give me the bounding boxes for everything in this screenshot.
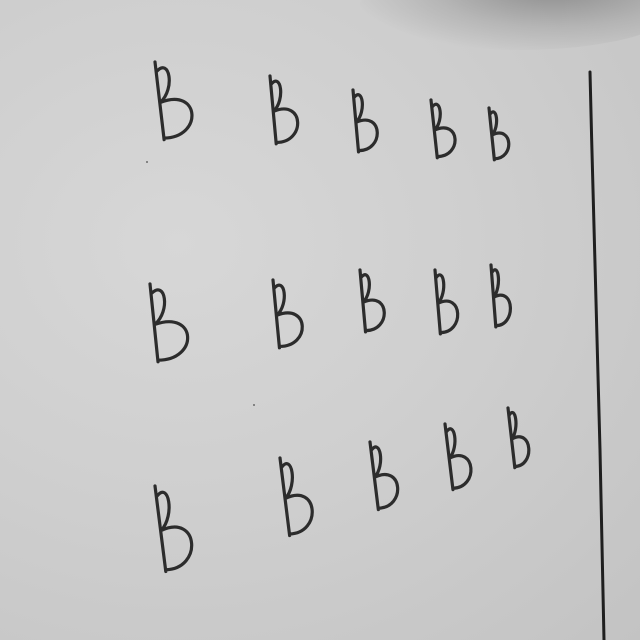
letter-b-2: [268, 74, 300, 146]
letter-b-stroke: [351, 88, 379, 154]
board-speck: [253, 404, 255, 406]
letter-b-7: [271, 278, 304, 350]
letter-b-6: [148, 282, 190, 364]
letter-b-stroke: [153, 60, 194, 142]
letter-b-stroke: [429, 98, 457, 160]
letter-b-stroke: [268, 74, 300, 146]
letter-b-15: [506, 406, 531, 470]
letter-b-stroke: [368, 440, 400, 512]
letter-b-8: [358, 268, 386, 334]
letter-b-stroke: [271, 278, 304, 350]
board-speck: [146, 161, 148, 163]
whiteboard: [0, 0, 640, 640]
letter-b-stroke: [487, 106, 511, 162]
letter-b-stroke: [358, 268, 386, 334]
letter-b-1: [153, 60, 194, 142]
letter-b-stroke: [506, 406, 531, 470]
letter-b-3: [351, 88, 379, 154]
letter-b-stroke: [278, 456, 314, 538]
letter-b-stroke: [153, 484, 194, 574]
handwritten-letters: [148, 60, 531, 574]
letter-b-stroke: [489, 263, 512, 329]
letter-b-9: [433, 268, 460, 336]
letter-b-4: [429, 98, 457, 160]
letter-b-stroke: [148, 282, 190, 364]
letter-b-12: [278, 456, 314, 538]
letter-b-stroke: [433, 268, 460, 336]
letter-b-11: [153, 484, 194, 574]
letter-b-14: [443, 422, 473, 492]
letter-b-5: [487, 106, 511, 162]
letter-b-10: [489, 263, 512, 329]
letter-b-13: [368, 440, 400, 512]
letter-b-stroke: [443, 422, 473, 492]
